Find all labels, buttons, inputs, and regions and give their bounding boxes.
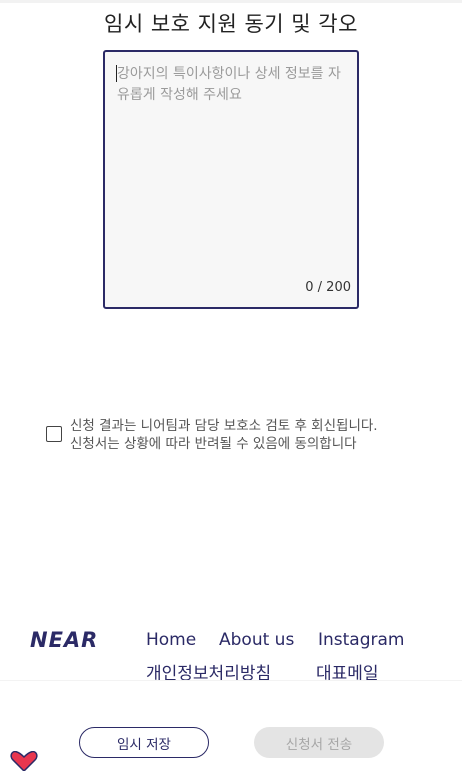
consent-text-line2: 신청서는 상황에 따라 반려될 수 있음에 동의합니다: [70, 436, 357, 452]
motivation-textarea[interactable]: [105, 52, 357, 307]
text-cursor: [116, 65, 117, 82]
save-draft-button[interactable]: 임시 저장: [79, 727, 209, 758]
bottom-action-bar: [0, 680, 462, 767]
footer-link-instagram[interactable]: Instagram: [318, 630, 405, 650]
motivation-field[interactable]: 0 / 200: [103, 50, 359, 309]
character-counter: 0 / 200: [305, 280, 351, 295]
footer-link-home[interactable]: Home: [146, 630, 196, 650]
submit-application-button[interactable]: 신청서 전송: [254, 727, 384, 758]
top-divider: [0, 0, 462, 3]
consent-text: 신청 결과는 니어팀과 담당 보호소 검토 후 회신됩니다. 신청서는 상황에 …: [70, 417, 430, 453]
footer-link-about[interactable]: About us: [219, 630, 294, 650]
heart-icon[interactable]: [10, 751, 38, 771]
consent-checkbox[interactable]: [46, 426, 62, 442]
consent-text-line1: 신청 결과는 니어팀과 담당 보호소 검토 후 회신됩니다.: [70, 418, 378, 434]
page-title: 임시 보호 지원 동기 및 각오: [104, 12, 358, 36]
near-logo[interactable]: NEAR: [30, 628, 98, 652]
